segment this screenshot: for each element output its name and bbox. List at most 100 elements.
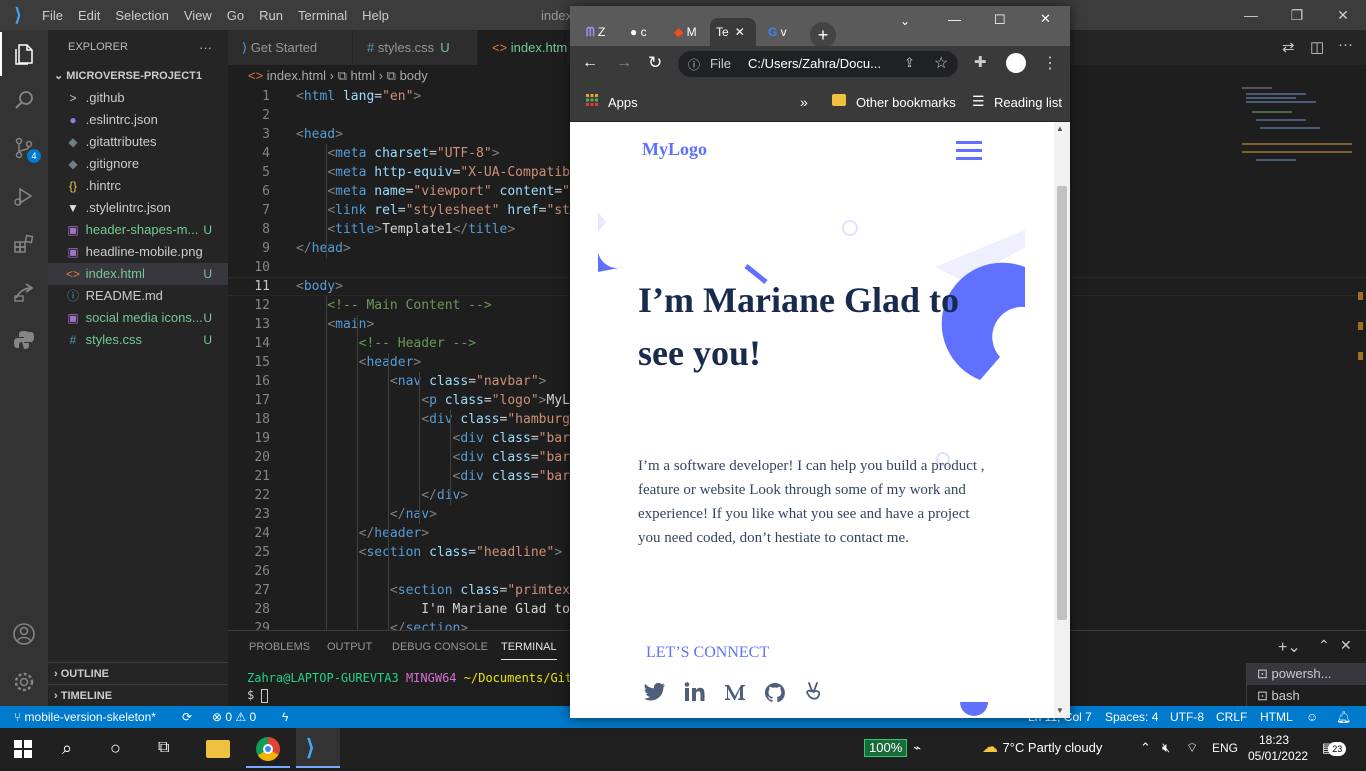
bookmarks-overflow[interactable]: » xyxy=(800,94,808,110)
feedback-icon[interactable]: ☺ xyxy=(1306,706,1318,728)
python-icon[interactable] xyxy=(0,318,48,362)
terminal-prompt[interactable]: Zahra@LAPTOP-GUREVTA3 MINGW64 ~/Document… xyxy=(247,671,579,685)
input-language[interactable]: ENG xyxy=(1212,728,1238,768)
run-debug-icon[interactable] xyxy=(0,174,48,218)
file-item[interactable]: ◆ .gitignore xyxy=(48,153,228,175)
start-button[interactable] xyxy=(14,728,32,768)
new-tab-plus-icon[interactable]: + xyxy=(810,22,836,48)
menu-run[interactable]: Run xyxy=(259,8,283,23)
timeline-section[interactable]: › TIMELINE xyxy=(48,684,228,706)
extensions-puzzle-icon[interactable]: ✚ xyxy=(974,53,987,71)
share-icon[interactable]: ⇪ xyxy=(904,55,915,71)
extensions-icon[interactable] xyxy=(0,222,48,266)
close-icon[interactable]: ✕ xyxy=(1320,0,1366,30)
file-item[interactable]: ▣ social media icons... U xyxy=(48,307,228,329)
medium-icon[interactable] xyxy=(724,682,746,702)
scrollbar-thumb[interactable] xyxy=(1057,186,1067,620)
maximize-panel-icon[interactable]: ⌃ xyxy=(1318,637,1330,654)
close-panel-icon[interactable]: ✕ xyxy=(1340,637,1352,654)
file-item[interactable]: ◆ .gitattributes xyxy=(48,131,228,153)
terminal-input-line[interactable]: $ xyxy=(247,688,269,703)
file-item[interactable]: <> index.html U xyxy=(48,263,228,285)
file-item[interactable]: > .github xyxy=(48,87,228,109)
bookmark-star-icon[interactable]: ☆ xyxy=(934,53,948,73)
search-icon[interactable] xyxy=(0,78,48,122)
menu-terminal[interactable]: Terminal xyxy=(298,8,347,23)
profile-avatar[interactable] xyxy=(1006,53,1026,73)
split-editor-icon[interactable]: ◫ xyxy=(1310,38,1324,56)
compare-changes-icon[interactable]: ⇄ xyxy=(1282,38,1295,56)
tab-debug-console[interactable]: DEBUG CONSOLE xyxy=(392,641,488,653)
notifications-bell-icon[interactable]: 🔔︎ xyxy=(1336,706,1351,728)
apps-label[interactable]: Apps xyxy=(608,95,638,110)
language-mode[interactable]: HTML xyxy=(1260,706,1293,728)
task-view-icon[interactable]: ⧉ xyxy=(158,728,169,768)
tab-get-started[interactable]: ⟩ Get Started xyxy=(228,30,353,65)
scroll-down-arrow-icon[interactable]: ▼ xyxy=(1056,706,1064,715)
menu-view[interactable]: View xyxy=(184,8,212,23)
minimize-icon[interactable]: — xyxy=(1228,0,1274,30)
live-share-icon[interactable]: ϟ xyxy=(282,706,288,728)
more-actions-icon[interactable]: ··· xyxy=(1338,36,1353,53)
breadcrumb-html[interactable]: html xyxy=(351,68,376,83)
outline-section[interactable]: › OUTLINE xyxy=(48,662,228,684)
minimap[interactable] xyxy=(1232,87,1352,207)
close-icon[interactable]: ✕ xyxy=(1040,11,1051,27)
clock[interactable]: 18:23 05/01/2022 xyxy=(1248,728,1308,768)
breadcrumb-file[interactable]: index.html xyxy=(267,68,326,83)
forward-arrow-icon[interactable]: → xyxy=(616,54,632,72)
minimize-icon[interactable]: — xyxy=(948,12,961,27)
sync-icon[interactable]: ⟳ xyxy=(182,706,192,728)
battery-indicator[interactable]: 100% ⌁ xyxy=(864,728,921,768)
file-explorer-icon[interactable] xyxy=(206,728,230,768)
reading-list[interactable]: Reading list xyxy=(994,95,1062,110)
site-logo[interactable]: MyLogo xyxy=(642,139,707,160)
angellist-icon[interactable] xyxy=(804,682,822,702)
browser-tab-2[interactable]: ● c xyxy=(622,18,662,46)
search-icon[interactable]: ⌕ xyxy=(62,728,72,768)
terminal-item-powershell[interactable]: ⊡ powersh... xyxy=(1247,663,1366,685)
terminal-item-bash[interactable]: ⊡ bash xyxy=(1247,685,1366,707)
account-icon[interactable] xyxy=(0,612,48,656)
maximize-icon[interactable]: ☐ xyxy=(994,12,1006,28)
menu-go[interactable]: Go xyxy=(227,8,244,23)
file-item[interactable]: ▣ headline-mobile.png xyxy=(48,241,228,263)
line-ending[interactable]: CRLF xyxy=(1216,706,1247,728)
vscode-taskbar-icon[interactable]: ⟩ xyxy=(296,728,340,768)
file-item[interactable]: ▼ .stylelintrc.json xyxy=(48,197,228,219)
encoding[interactable]: UTF-8 xyxy=(1170,706,1204,728)
tab-index-html[interactable]: <> index.html xyxy=(478,30,568,65)
file-item[interactable]: ⓘ README.md xyxy=(48,285,228,307)
workspace-root[interactable]: ⌄ MICROVERSE-PROJECT1 xyxy=(48,65,228,87)
address-bar[interactable]: ⓘ File C:/Users/Zahra/Docu... xyxy=(678,51,958,77)
tab-search-chevron-icon[interactable]: ⌄ xyxy=(900,14,910,28)
menu-edit[interactable]: Edit xyxy=(78,8,100,23)
file-item[interactable]: # styles.css U xyxy=(48,329,228,351)
more-actions-icon[interactable]: ··· xyxy=(199,30,212,65)
tab-output[interactable]: OUTPUT xyxy=(327,641,372,653)
browser-tab-5[interactable]: G v xyxy=(760,18,800,46)
problems-indicator[interactable]: ⊗ 0 ⚠ 0 xyxy=(212,706,256,728)
explorer-icon[interactable] xyxy=(0,32,48,76)
chrome-menu-icon[interactable]: ⋮ xyxy=(1042,53,1058,73)
tray-chevron-up-icon[interactable]: ⌃ xyxy=(1140,728,1151,768)
wifi-icon[interactable]: ⌔ xyxy=(1186,728,1198,768)
file-item[interactable]: {} .hintrc xyxy=(48,175,228,197)
close-tab-icon[interactable]: ✕ xyxy=(735,25,745,39)
reload-icon[interactable]: ↻ xyxy=(648,53,662,73)
tab-terminal[interactable]: TERMINAL xyxy=(501,641,557,660)
apps-grid-icon[interactable] xyxy=(586,94,598,109)
action-center-icon[interactable]: ▤23 xyxy=(1322,728,1347,768)
file-item[interactable]: ▣ header-shapes-m... U xyxy=(48,219,228,241)
browser-tab-active[interactable]: Te ✕ xyxy=(710,18,756,46)
chrome-taskbar-icon[interactable] xyxy=(246,728,290,768)
new-terminal-icon[interactable]: +⌄ xyxy=(1278,637,1301,657)
manage-gear-icon[interactable] xyxy=(0,660,48,704)
github-icon[interactable] xyxy=(764,682,786,702)
page-scrollbar[interactable]: ▲ ▼ xyxy=(1054,122,1070,718)
cortana-icon[interactable]: ○ xyxy=(110,728,121,768)
tab-problems[interactable]: PROBLEMS xyxy=(249,641,310,653)
scroll-up-arrow-icon[interactable]: ▲ xyxy=(1056,124,1064,133)
menu-help[interactable]: Help xyxy=(362,8,389,23)
linkedin-icon[interactable] xyxy=(684,682,706,702)
